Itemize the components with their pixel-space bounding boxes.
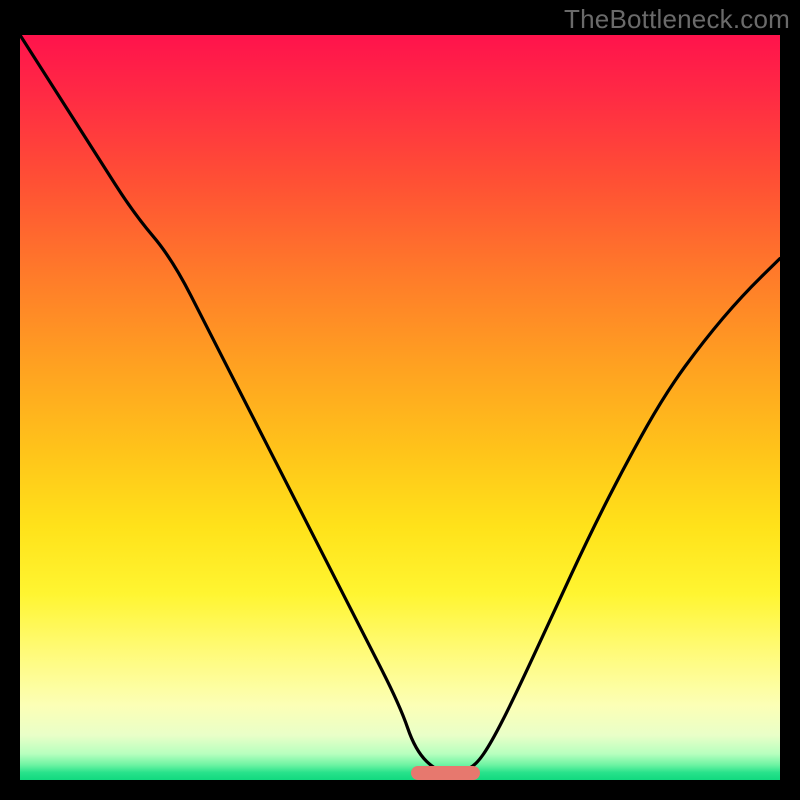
curve-path <box>20 35 780 773</box>
chart-frame: TheBottleneck.com <box>0 0 800 800</box>
optimal-range-marker <box>411 766 479 780</box>
watermark-text: TheBottleneck.com <box>564 4 790 35</box>
bottleneck-curve <box>20 35 780 780</box>
plot-area <box>20 35 780 780</box>
